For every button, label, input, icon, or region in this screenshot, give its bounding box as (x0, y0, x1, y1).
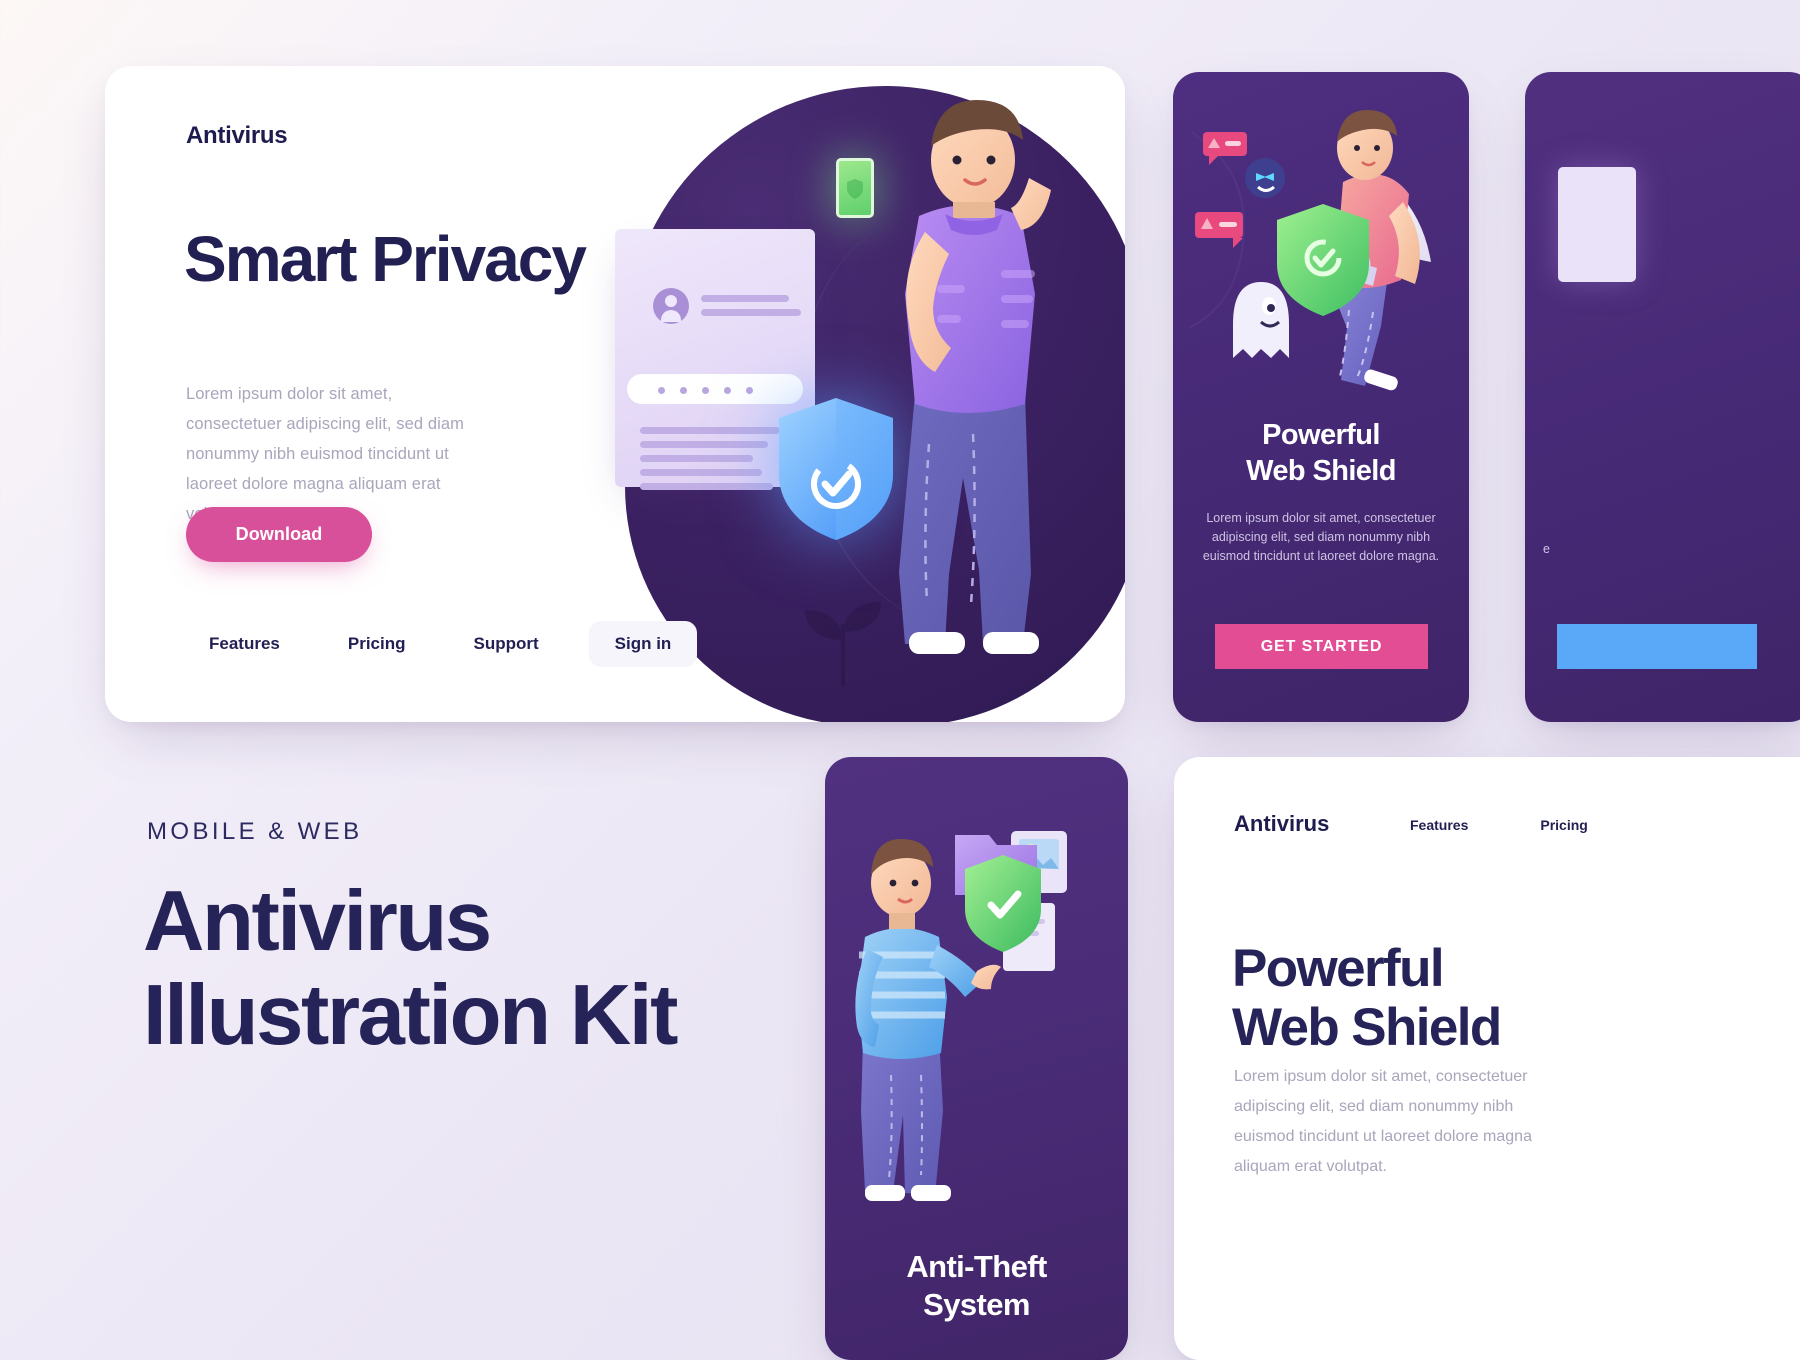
download-button[interactable]: Download (186, 507, 372, 562)
nav-link-pricing[interactable]: Pricing (314, 634, 440, 654)
ghost-malware-icon (1233, 282, 1289, 358)
web-shield-illustration (1188, 110, 1431, 391)
doc-line (640, 455, 753, 462)
doc-line (640, 483, 773, 490)
sign-in-button[interactable]: Sign in (588, 621, 698, 667)
anti-theft-card: Anti-Theft System (825, 757, 1128, 1360)
nav-link-features[interactable]: Features (175, 634, 314, 654)
web-card-nav: Features Pricing (1374, 817, 1624, 833)
nav-link-features[interactable]: Features (1374, 817, 1504, 833)
hero-card: Antivirus Smart Privacy Lorem ipsum dolo… (105, 66, 1125, 722)
web-shield-white-card: Antivirus Features Pricing Powerful Web … (1174, 757, 1800, 1360)
doc-line (640, 427, 780, 434)
get-started-button[interactable]: GET STARTED (1215, 624, 1428, 669)
superhero-icon (1277, 110, 1431, 391)
hero-logo: Antivirus (186, 122, 288, 149)
doc-line (640, 441, 768, 448)
hero-nav: Features Pricing Support Sign in (175, 621, 698, 667)
virus-bug-icon (1245, 158, 1285, 198)
alert-notification-icon (1203, 132, 1247, 165)
partial-card: e (1525, 72, 1800, 722)
web-card-logo: Antivirus (1234, 811, 1330, 836)
partial-body-fragment: e (1543, 542, 1550, 556)
shield-card-body: Lorem ipsum dolor sit amet, consectetuer… (1202, 511, 1440, 563)
doc-line (640, 469, 762, 476)
nav-link-pricing[interactable]: Pricing (1504, 817, 1623, 833)
doc-line (701, 295, 789, 302)
promo-title: Antivirus Illustration Kit (143, 874, 678, 1063)
nav-link-support[interactable]: Support (440, 634, 573, 654)
document-white-icon (1558, 167, 1636, 282)
web-shield-card: Powerful Web Shield Lorem ipsum dolor si… (1173, 72, 1469, 722)
doc-line (701, 309, 801, 316)
alert-notification-icon (1195, 212, 1243, 248)
web-card-title: Powerful Web Shield (1232, 939, 1502, 1057)
hero-title: Smart Privacy (184, 223, 587, 295)
anti-theft-illustration (855, 831, 1067, 1201)
partial-cta-button[interactable] (1557, 624, 1757, 669)
person-illustration (899, 100, 1051, 654)
shield-card-title: Powerful Web Shield (1246, 419, 1396, 487)
anti-theft-title: Anti-Theft System (906, 1249, 1047, 1322)
web-card-body: Lorem ipsum dolor sit amet, consectetuer… (1234, 1068, 1532, 1175)
promo-kicker: MOBILE & WEB (147, 818, 363, 845)
avatar-icon (653, 288, 689, 324)
